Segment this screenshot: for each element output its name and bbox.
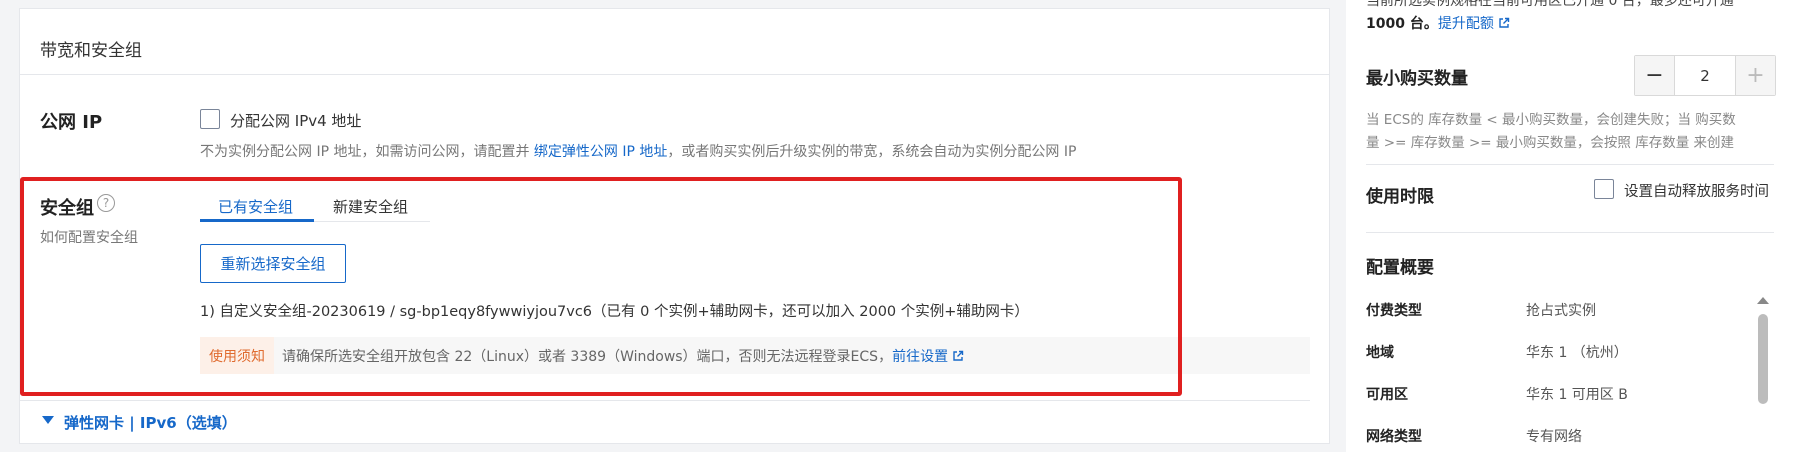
summary-title: 配置概要 (1366, 258, 1434, 278)
summary-value: 华东 1 可用区 B (1526, 387, 1628, 403)
min-purchase-title: 最小购买数量 (1366, 69, 1468, 89)
assign-public-ip-label[interactable]: 分配公网 IPv4 地址 (230, 110, 361, 131)
auto-release-label[interactable]: 设置自动释放服务时间 (1624, 180, 1769, 201)
quota-remaining: 1000 台。 (1366, 16, 1438, 32)
summary-key: 付费类型 (1366, 303, 1422, 319)
quota-line-2: 1000 台。提升配额 (1366, 13, 1510, 33)
summary-scrollbar[interactable] (1758, 314, 1768, 404)
auto-release-checkbox[interactable] (1594, 179, 1614, 199)
summary-value: 华东 1 （杭州） (1526, 345, 1628, 361)
summary-key: 网络类型 (1366, 429, 1422, 445)
scroll-up-arrow-icon[interactable] (1757, 297, 1769, 304)
min-purchase-stepper[interactable]: − 2 + (1634, 55, 1776, 96)
section-divider (20, 74, 1329, 75)
eni-divider (20, 400, 1310, 401)
caret-down-icon[interactable] (42, 416, 54, 424)
security-group-highlight-box (20, 177, 1182, 396)
decrement-button[interactable]: − (1635, 56, 1675, 95)
section-title: 带宽和安全组 (40, 41, 142, 61)
summary-value: 专有网络 (1526, 429, 1582, 445)
eni-ipv6-toggle[interactable]: 弹性网卡 | IPv6（选填） (64, 412, 237, 433)
public-ip-hint-text: 不为实例分配公网 IP 地址，如需访问公网，请配置并 (200, 144, 534, 160)
min-purchase-desc-1: 当 ECS的 库存数量 < 最小购买数量，会创建失败；当 购买数 (1366, 112, 1736, 128)
public-ip-label: 公网 IP (40, 112, 103, 133)
summary-key: 地域 (1366, 345, 1394, 361)
assign-public-ip-checkbox[interactable] (200, 109, 220, 129)
external-link-icon (1499, 17, 1510, 28)
bind-eip-link[interactable]: 绑定弹性公网 IP 地址 (534, 144, 667, 160)
summary-value: 抢占式实例 (1526, 303, 1596, 319)
increment-button[interactable]: + (1735, 56, 1775, 95)
public-ip-hint: 不为实例分配公网 IP 地址，如需访问公网，请配置并 绑定弹性公网 IP 地址，… (200, 141, 1076, 161)
summary-key: 可用区 (1366, 387, 1408, 403)
min-purchase-value[interactable]: 2 (1675, 56, 1735, 95)
panel-divider (1366, 164, 1774, 165)
quota-line-1: 当前所选实例规格在当前可用区已开通 0 台，最多还可开通 (1366, 0, 1734, 9)
min-purchase-desc-2: 量 >= 库存数量 >= 最小购买数量，会按照 库存数量 来创建 (1366, 135, 1734, 151)
duration-title: 使用时限 (1366, 187, 1434, 207)
raise-quota-link[interactable]: 提升配额 (1438, 16, 1494, 32)
public-ip-hint-text-2: ，或者购买实例后升级实例的带宽，系统会自动为实例分配公网 IP (667, 144, 1077, 160)
panel-divider (1366, 232, 1774, 233)
